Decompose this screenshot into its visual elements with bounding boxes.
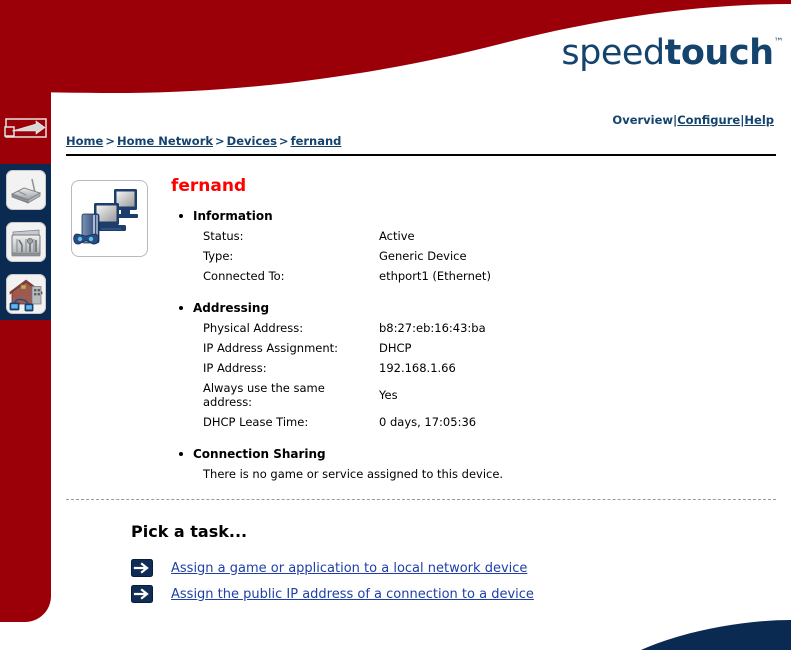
section-connection-sharing: Connection Sharing There is no game or s…: [171, 447, 776, 481]
modem-icon: [6, 170, 46, 210]
breadcrumb-item-home-network[interactable]: Home Network: [117, 134, 213, 148]
trademark-symbol: ™: [773, 37, 784, 48]
logo-text-light: speed: [561, 33, 665, 73]
table-row: Always use the same address: Yes: [203, 381, 619, 415]
table-row: IP Address Assignment: DHCP: [203, 341, 619, 361]
breadcrumb-separator: >: [105, 134, 115, 148]
list-item[interactable]: Assign a game or application to a local …: [131, 559, 776, 577]
table-row: IP Address: 192.168.1.66: [203, 361, 619, 381]
section-heading-label: Connection Sharing: [193, 447, 326, 461]
breadcrumb-separator: >: [278, 134, 289, 148]
section-heading-label: Information: [193, 209, 273, 223]
field-label: DHCP Lease Time:: [203, 415, 309, 429]
device-body: fernand Information Status: Active Type:…: [171, 176, 776, 482]
table-row: Physical Address: b8:27:eb:16:43:ba: [203, 321, 619, 341]
sidebar-item-toolbox[interactable]: [0, 216, 51, 268]
field-value: 0 days, 17:05:36: [379, 415, 477, 429]
sidebar-item-broadband-connection[interactable]: [0, 164, 51, 216]
breadcrumb-item-devices[interactable]: Devices: [227, 134, 277, 148]
table-row: Type: Generic Device: [203, 249, 619, 269]
pick-a-task-area: Pick a task... Assign a game or applicat…: [66, 522, 776, 603]
field-value: b8:27:eb:16:43:ba: [379, 321, 486, 335]
toolbox-icon: [6, 222, 46, 262]
breadcrumb-item-fernand[interactable]: fernand: [291, 134, 342, 148]
pick-a-task-title: Pick a task...: [131, 522, 248, 541]
field-label: Connected To:: [203, 269, 285, 283]
nav-link-configure[interactable]: Configure: [677, 113, 740, 127]
field-label: Always use the same address:: [203, 381, 325, 409]
main-content: Overview|Configure|Help Home > Home Networ…: [66, 112, 776, 611]
logo-text-heavy: touch: [664, 33, 774, 73]
device-name-title: fernand: [171, 176, 247, 196]
section-addressing: Addressing Physical Address: b8:27:eb:16…: [171, 301, 776, 435]
bullet-icon: [179, 214, 183, 218]
sidebar-item-pointer-arrow[interactable]: [0, 112, 51, 164]
section-divider: [66, 499, 776, 500]
top-navigation-links: Overview|Configure|Help: [66, 112, 776, 128]
table-row: DHCP Lease Time: 0 days, 17:05:36: [203, 415, 619, 435]
bullet-icon: [179, 306, 183, 310]
sidebar-item-home-network[interactable]: [0, 268, 51, 320]
section-heading-label: Addressing: [193, 301, 270, 315]
field-label: Status:: [203, 229, 244, 243]
field-label: IP Address:: [203, 361, 267, 375]
task-link-assign-public-ip[interactable]: Assign the public IP address of a connec…: [171, 587, 534, 602]
section-heading: Information: [171, 209, 776, 223]
breadcrumb-divider: [66, 154, 776, 156]
connection-sharing-note: There is no game or service assigned to …: [203, 467, 504, 481]
section-heading: Connection Sharing: [171, 447, 776, 461]
breadcrumb: Home > Home Network > Devices > fernand: [66, 128, 776, 152]
breadcrumb-item-home[interactable]: Home: [66, 134, 103, 148]
field-value: Active: [379, 229, 415, 243]
speedtouch-logo: speedtouch™: [561, 36, 783, 71]
field-value: 192.168.1.66: [379, 361, 456, 375]
table-row: Connected To: ethport1 (Ethernet): [203, 269, 619, 289]
breadcrumb-separator: >: [215, 134, 225, 148]
field-label: Type:: [203, 249, 234, 263]
field-value: Yes: [379, 388, 398, 402]
device-detail-panel: fernand Information Status: Active Type:…: [66, 178, 776, 481]
bullet-icon: [179, 452, 183, 456]
arrow-right-box-icon: [131, 559, 153, 577]
field-value: DHCP: [379, 341, 412, 355]
section-heading: Addressing: [171, 301, 776, 315]
sidebar: [0, 0, 51, 622]
arrow-right-icon: [4, 116, 48, 142]
field-label: IP Address Assignment:: [203, 341, 339, 355]
device-icon: [71, 180, 148, 257]
addressing-table: Physical Address: b8:27:eb:16:43:ba IP A…: [203, 321, 619, 435]
field-value: Generic Device: [379, 249, 467, 263]
task-link-assign-game[interactable]: Assign a game or application to a local …: [171, 561, 527, 576]
nav-link-overview[interactable]: Overview: [612, 113, 673, 127]
house-network-icon: [6, 274, 46, 314]
arrow-right-box-icon: [131, 585, 153, 603]
information-table: Status: Active Type: Generic Device Conn…: [203, 229, 619, 289]
table-row: Status: Active: [203, 229, 619, 249]
field-value: ethport1 (Ethernet): [379, 269, 491, 283]
footer-decoration: [591, 600, 791, 650]
section-information: Information Status: Active Type: Generic…: [171, 209, 776, 289]
field-label: Physical Address:: [203, 321, 304, 335]
nav-link-help[interactable]: Help: [744, 113, 774, 127]
